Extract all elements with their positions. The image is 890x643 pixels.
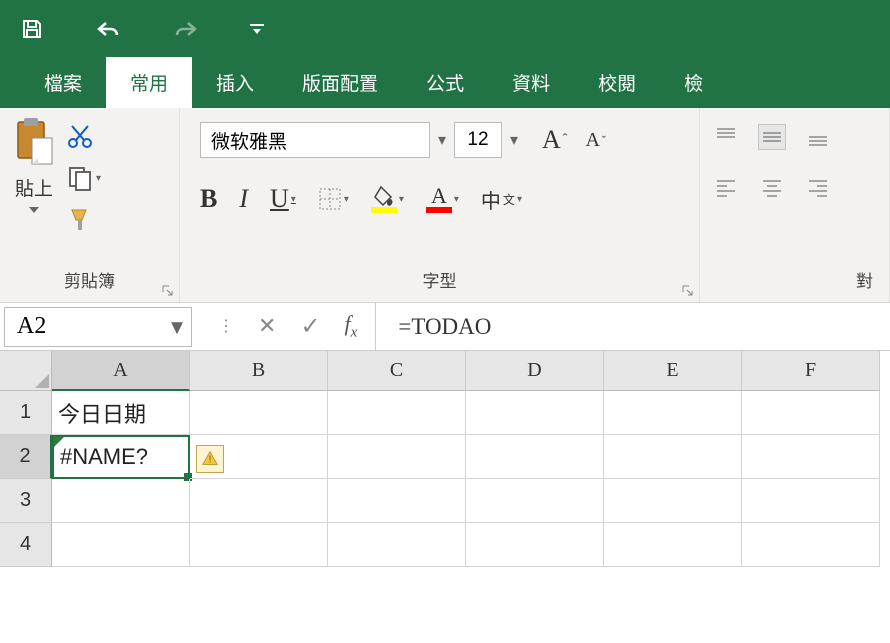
cell-C1[interactable] bbox=[328, 391, 466, 435]
bold-button[interactable]: B bbox=[200, 184, 217, 214]
cell-F2[interactable] bbox=[742, 435, 880, 479]
decrease-font-icon[interactable]: Aˇ bbox=[585, 125, 605, 155]
phonetic-guide-icon[interactable]: 中文▾ bbox=[481, 185, 522, 214]
col-header[interactable]: C bbox=[328, 351, 466, 391]
italic-button[interactable]: I bbox=[239, 184, 248, 214]
row-header[interactable]: 3 bbox=[0, 479, 52, 523]
error-indicator-icon bbox=[54, 437, 64, 447]
cell-value: #NAME? bbox=[60, 444, 148, 470]
cell-D2[interactable] bbox=[466, 435, 604, 479]
insert-function-icon[interactable]: fx bbox=[345, 311, 358, 341]
cell-A2[interactable]: #NAME? ! bbox=[52, 435, 190, 479]
formula-bar: A2 ▾ ⋮ ✕ ✓ fx =TODAO bbox=[0, 303, 890, 351]
font-color-icon[interactable]: A ▾ bbox=[426, 185, 459, 213]
name-box-dropdown-icon[interactable]: ▾ bbox=[171, 312, 183, 341]
align-right-icon[interactable] bbox=[804, 174, 832, 200]
cell-B1[interactable] bbox=[190, 391, 328, 435]
redo-icon bbox=[172, 17, 200, 41]
font-name-value: 微软雅黑 bbox=[211, 127, 287, 154]
tab-insert[interactable]: 插入 bbox=[192, 57, 278, 108]
name-box[interactable]: A2 ▾ bbox=[4, 307, 192, 347]
cell-D3[interactable] bbox=[466, 479, 604, 523]
tab-home[interactable]: 常用 bbox=[106, 57, 192, 108]
cell-E4[interactable] bbox=[604, 523, 742, 567]
align-top-icon[interactable] bbox=[712, 124, 740, 150]
cell-F3[interactable] bbox=[742, 479, 880, 523]
cell-E3[interactable] bbox=[604, 479, 742, 523]
paste-button-label[interactable]: 貼上 bbox=[15, 174, 53, 201]
accept-formula-icon[interactable]: ✓ bbox=[300, 312, 320, 341]
align-middle-icon[interactable] bbox=[758, 124, 786, 150]
cancel-formula-icon[interactable]: ✕ bbox=[258, 313, 276, 339]
font-launcher-icon[interactable] bbox=[681, 284, 695, 298]
paste-icon[interactable] bbox=[12, 116, 56, 168]
cut-icon[interactable] bbox=[66, 122, 101, 150]
align-bottom-icon[interactable] bbox=[804, 124, 832, 150]
cell-E1[interactable] bbox=[604, 391, 742, 435]
font-size-dropdown-icon[interactable]: ▾ bbox=[506, 130, 522, 150]
cell-C4[interactable] bbox=[328, 523, 466, 567]
select-all-corner[interactable] bbox=[0, 351, 52, 391]
name-box-value: A2 bbox=[17, 313, 46, 340]
align-left-icon[interactable] bbox=[712, 174, 740, 200]
row-header[interactable]: 1 bbox=[0, 391, 52, 435]
tab-data[interactable]: 資料 bbox=[488, 57, 574, 108]
cell-C3[interactable] bbox=[328, 479, 466, 523]
ribbon: 貼上 ▾ 剪貼簿 bbox=[0, 108, 890, 303]
formula-value: =TODAO bbox=[398, 314, 491, 340]
format-painter-icon[interactable] bbox=[66, 206, 101, 234]
quick-access-toolbar bbox=[0, 0, 890, 58]
fill-color-icon[interactable]: ▾ bbox=[371, 185, 404, 213]
cell-B3[interactable] bbox=[190, 479, 328, 523]
font-group-label: 字型 bbox=[192, 263, 687, 294]
row-header[interactable]: 4 bbox=[0, 523, 52, 567]
formula-input[interactable]: =TODAO bbox=[375, 303, 890, 350]
clipboard-group-label: 剪貼簿 bbox=[12, 263, 167, 294]
save-icon[interactable] bbox=[20, 17, 44, 41]
border-icon[interactable]: ▾ bbox=[318, 187, 349, 211]
formula-grip-icon[interactable]: ⋮ bbox=[218, 316, 234, 336]
tab-formulas[interactable]: 公式 bbox=[402, 57, 488, 108]
tab-file[interactable]: 檔案 bbox=[20, 57, 106, 108]
cell-D1[interactable] bbox=[466, 391, 604, 435]
ribbon-tabs: 檔案 常用 插入 版面配置 公式 資料 校閱 檢 bbox=[0, 58, 890, 108]
col-header[interactable]: B bbox=[190, 351, 328, 391]
tab-view[interactable]: 檢 bbox=[660, 57, 727, 108]
font-name-select[interactable]: 微软雅黑 bbox=[200, 122, 430, 158]
spreadsheet-grid: 1 2 3 4 A B C D E F 今日日期 #N bbox=[0, 351, 890, 567]
align-center-icon[interactable] bbox=[758, 174, 786, 200]
svg-text:A: A bbox=[431, 185, 447, 208]
clipboard-launcher-icon[interactable] bbox=[161, 284, 175, 298]
row-header[interactable]: 2 bbox=[0, 435, 52, 479]
cell-F1[interactable] bbox=[742, 391, 880, 435]
alignment-group-label: 對 bbox=[712, 263, 877, 294]
cell-C2[interactable] bbox=[328, 435, 466, 479]
tab-review[interactable]: 校閱 bbox=[574, 57, 660, 108]
font-size-value: 12 bbox=[467, 129, 488, 151]
col-header[interactable]: D bbox=[466, 351, 604, 391]
cell-B4[interactable] bbox=[190, 523, 328, 567]
customize-qat-icon[interactable] bbox=[250, 22, 264, 36]
underline-button[interactable]: U▾ bbox=[270, 184, 296, 214]
col-header[interactable]: F bbox=[742, 351, 880, 391]
cell-D4[interactable] bbox=[466, 523, 604, 567]
col-header[interactable]: E bbox=[604, 351, 742, 391]
cell-B2[interactable] bbox=[190, 435, 328, 479]
cell-E2[interactable] bbox=[604, 435, 742, 479]
font-size-select[interactable]: 12 bbox=[454, 122, 502, 158]
cell-value: 今日日期 bbox=[58, 397, 146, 429]
cell-A1[interactable]: 今日日期 bbox=[52, 391, 190, 435]
font-name-dropdown-icon[interactable]: ▾ bbox=[434, 130, 450, 150]
copy-icon[interactable]: ▾ bbox=[66, 164, 101, 192]
cell-A4[interactable] bbox=[52, 523, 190, 567]
cell-A3[interactable] bbox=[52, 479, 190, 523]
col-header[interactable]: A bbox=[52, 351, 190, 391]
cell-F4[interactable] bbox=[742, 523, 880, 567]
paste-dropdown-icon[interactable] bbox=[29, 207, 39, 213]
tab-page-layout[interactable]: 版面配置 bbox=[278, 57, 402, 108]
increase-font-icon[interactable]: Aˆ bbox=[542, 125, 567, 155]
undo-icon[interactable] bbox=[94, 17, 122, 41]
